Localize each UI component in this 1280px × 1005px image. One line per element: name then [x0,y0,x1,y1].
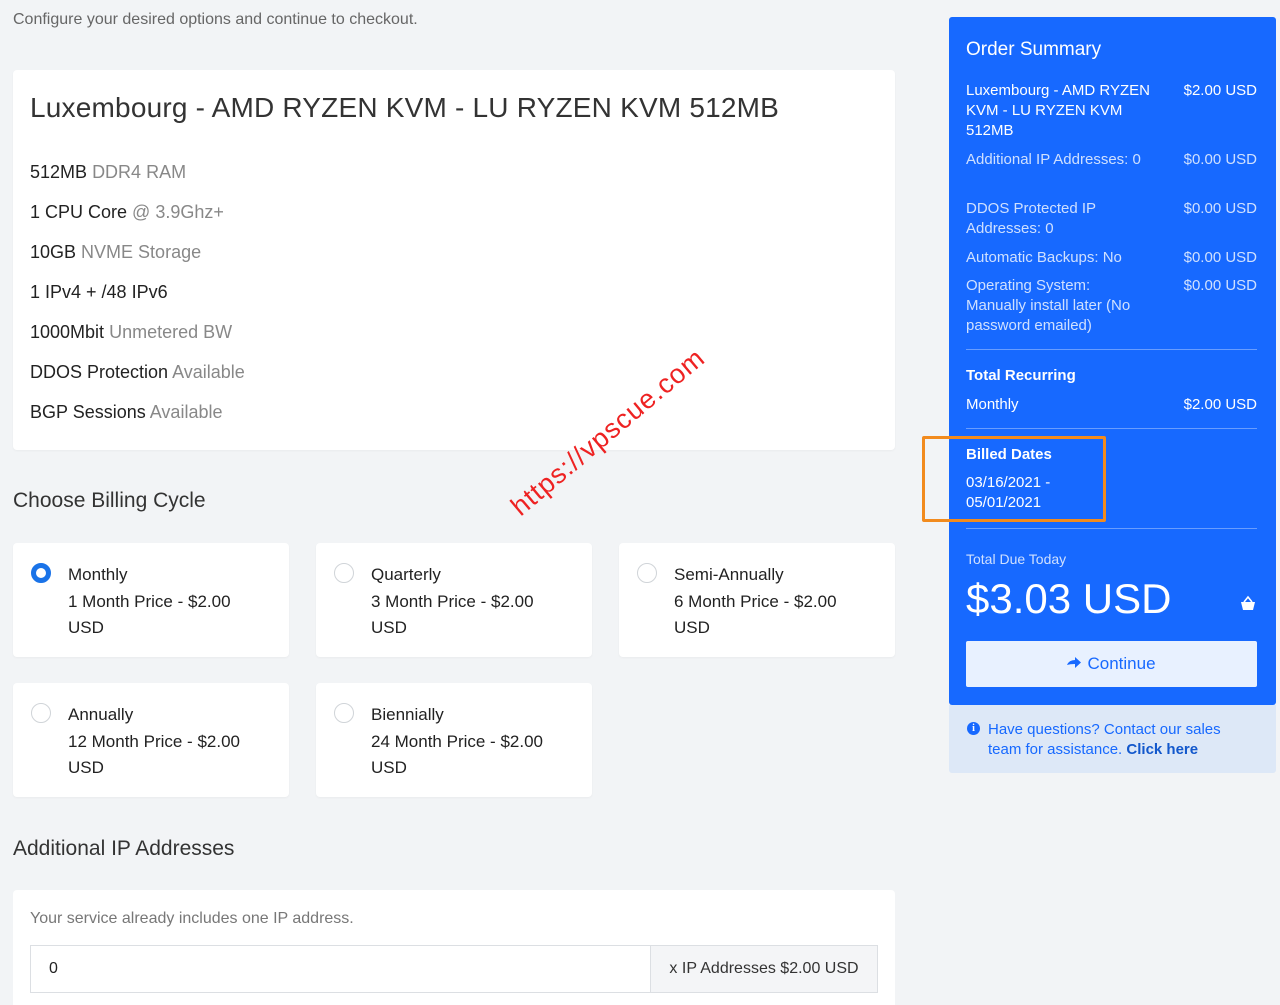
arrow-right-icon [1067,657,1082,668]
radio-button[interactable] [334,703,354,723]
product-card: Luxembourg - AMD RYZEN KVM - LU RYZEN KV… [13,70,895,450]
billing-option-quarterly[interactable]: Quarterly 3 Month Price - $2.00 USD [316,543,592,657]
summary-line-label: DDOS Protected IP Addresses: 0 [966,200,1096,237]
billing-option-name: Quarterly [371,565,441,584]
feature-detail: Available [172,362,245,382]
product-title: Luxembourg - AMD RYZEN KVM - LU RYZEN KV… [30,92,780,123]
basket-icon [1241,595,1255,610]
feature-main: 512MB [30,162,88,182]
feature-item: 1 CPU Core @ 3.9Ghz+ [30,200,245,240]
summary-line-amount: $0.00 USD [1183,200,1257,217]
billing-option-currency: USD [68,618,104,637]
radio-button[interactable] [637,563,657,583]
summary-line-label: Luxembourg - AMD RYZEN KVM - LU RYZEN KV… [966,82,1150,139]
radio-button[interactable] [334,563,354,583]
summary-line: Additional IP Addresses: 0 $0.00 USD [966,150,1257,170]
summary-divider [966,428,1257,429]
highlight-annotation-box [922,436,1106,522]
summary-divider [966,349,1257,350]
billing-option-text: Monthly 1 Month Price - $2.00 USD [68,562,273,642]
summary-line-label: Automatic Backups: No [966,249,1122,266]
total-due-amount: $3.03 USD [966,575,1172,622]
intro-text: Configure your desired options and conti… [13,11,418,28]
billing-option-biennially[interactable]: Biennially 24 Month Price - $2.00 USD [316,683,592,797]
feature-main: 1000Mbit [30,322,105,342]
summary-line: DDOS Protected IP Addresses: 0 $0.00 USD [966,199,1257,239]
summary-line-amount: $2.00 USD [1183,82,1257,99]
feature-main: DDOS Protection [30,362,169,382]
additional-ip-card: Your service already includes one IP add… [13,890,895,1005]
feature-main: BGP Sessions [30,402,146,422]
summary-line-amount: $0.00 USD [1183,151,1257,168]
info-icon: i [967,722,980,735]
billing-option-price: 6 Month Price - $2.00 [674,591,837,611]
billing-option-currency: USD [674,618,710,637]
continue-label: Continue [1087,654,1156,673]
feature-item: 1000Mbit Unmetered BW [30,320,245,360]
recurring-label: Monthly [966,396,1019,413]
billing-option-text: Semi-Annually 6 Month Price - $2.00 USD [674,562,879,642]
billing-option-currency: USD [371,618,407,637]
billing-option-currency: USD [68,758,104,777]
radio-button[interactable] [31,703,51,723]
order-summary: Order Summary Luxembourg - AMD RYZEN KVM… [922,17,1276,705]
summary-line-label: Operating System: Manually install later… [966,277,1131,334]
additional-ip-heading: Additional IP Addresses [13,837,235,860]
total-due-label: Total Due Today [966,551,1067,567]
summary-product-line: Luxembourg - AMD RYZEN KVM - LU RYZEN KV… [966,81,1257,141]
summary-divider [966,528,1257,529]
billing-option-price: 12 Month Price - $2.00 [68,731,240,751]
help-box: i Have questions? Contact our sales team… [949,705,1276,773]
help-text: Have questions? Contact our sales team f… [988,720,1248,760]
feature-item: DDOS Protection Available [30,360,245,400]
summary-line-amount: $0.00 USD [1183,249,1257,266]
radio-button-selected[interactable] [31,563,51,583]
recurring-amount: $2.00 USD [1183,396,1257,413]
summary-line: Automatic Backups: No $0.00 USD [966,248,1257,268]
billing-option-monthly[interactable]: Monthly 1 Month Price - $2.00 USD [13,543,289,657]
summary-line: Operating System: Manually install later… [966,276,1257,336]
order-summary-title: Order Summary [966,39,1102,60]
feature-main: 1 CPU Core [30,202,128,222]
billing-option-name: Monthly [68,565,128,584]
feature-detail: NVME Storage [81,242,202,262]
feature-item: 512MB DDR4 RAM [30,160,245,200]
feature-detail: @ 3.9Ghz+ [132,202,224,222]
feature-detail: DDR4 RAM [92,162,187,182]
billing-option-price: 1 Month Price - $2.00 [68,591,231,611]
help-link[interactable]: Click here [1126,741,1198,758]
billing-cycle-heading: Choose Billing Cycle [13,489,206,512]
billing-option-name: Annually [68,705,134,724]
continue-button[interactable]: Continue [966,641,1257,687]
feature-item: 10GB NVME Storage [30,240,245,280]
feature-main: 10GB [30,242,77,262]
feature-item: BGP Sessions Available [30,400,245,440]
ip-addon-label: x IP Addresses $2.00 USD [650,945,878,993]
feature-main: 1 IPv4 + /48 IPv6 [30,282,168,302]
feature-list: 512MB DDR4 RAM 1 CPU Core @ 3.9Ghz+ 10GB… [30,160,245,440]
feature-item: 1 IPv4 + /48 IPv6 [30,280,245,320]
recurring-line: Monthly $2.00 USD [966,395,1257,415]
billing-option-price: 24 Month Price - $2.00 [371,731,543,751]
billing-option-name: Semi-Annually [674,565,784,584]
billing-option-price: 3 Month Price - $2.00 [371,591,534,611]
feature-detail: Available [149,402,223,422]
billing-option-semi-annually[interactable]: Semi-Annually 6 Month Price - $2.00 USD [619,543,895,657]
billing-option-text: Quarterly 3 Month Price - $2.00 USD [371,562,576,642]
summary-line-label: Additional IP Addresses: 0 [966,151,1141,168]
billing-option-name: Biennially [371,705,444,724]
total-recurring-heading: Total Recurring [966,367,1076,384]
ip-note: Your service already includes one IP add… [30,910,354,927]
billing-option-text: Biennially 24 Month Price - $2.00 USD [371,702,576,782]
billing-option-annually[interactable]: Annually 12 Month Price - $2.00 USD [13,683,289,797]
feature-detail: Unmetered BW [109,322,233,342]
billing-option-currency: USD [371,758,407,777]
summary-line-amount: $0.00 USD [1183,277,1257,294]
ip-quantity-input[interactable] [30,945,650,993]
billing-option-text: Annually 12 Month Price - $2.00 USD [68,702,273,782]
